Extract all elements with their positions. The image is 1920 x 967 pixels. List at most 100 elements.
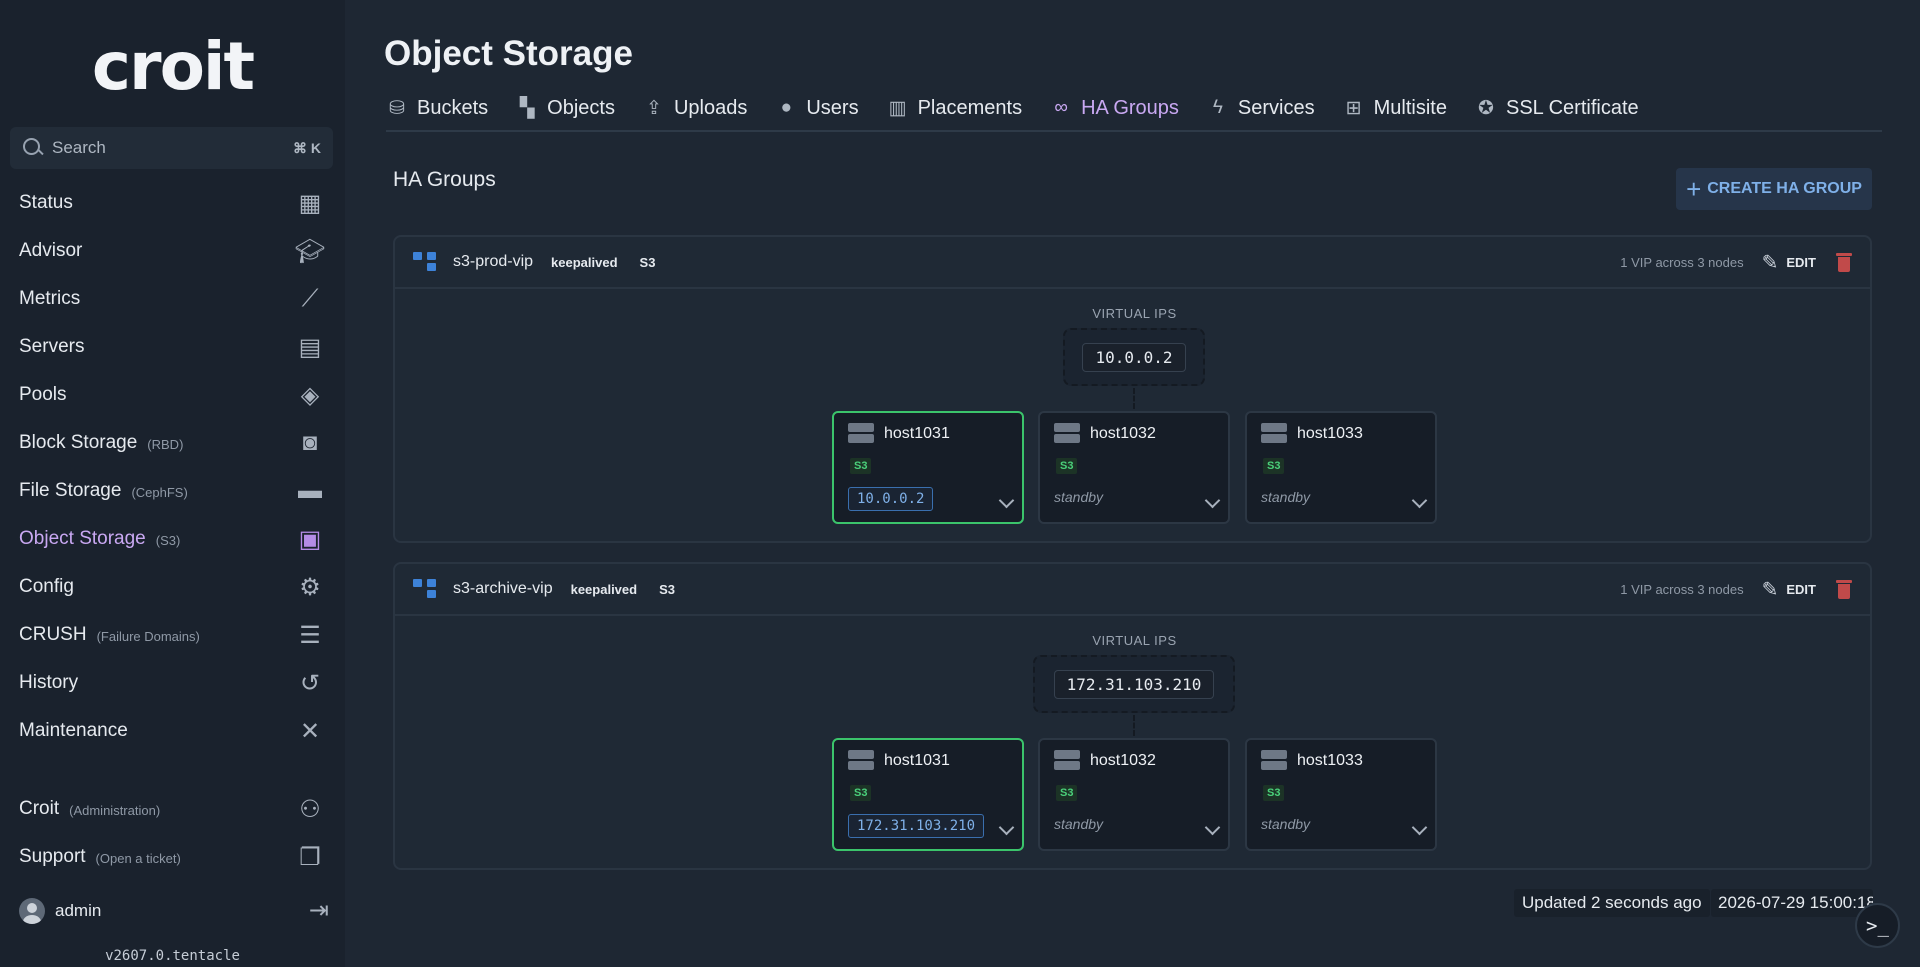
tab-services[interactable]: ϟ Services	[1207, 92, 1315, 124]
sidebar-item-support[interactable]: Support (Open a ticket) ❐	[0, 833, 345, 881]
ha-group-name: s3-prod-vip	[453, 253, 534, 270]
node-hostname: host1032	[1090, 752, 1156, 769]
chevron-down-icon[interactable]	[1411, 819, 1428, 836]
sidebar-item-label: Status	[19, 192, 73, 213]
node-hostname: host1033	[1297, 425, 1363, 442]
tab-bar: ⛁ Buckets ▚ Objects ⇪ Uploads ● Users ▥ …	[386, 92, 1882, 132]
tab-label: Uploads	[673, 96, 748, 119]
sidebar-item-status[interactable]: Status ▦	[0, 179, 345, 227]
tab-multisite[interactable]: ⊞ Multisite	[1343, 92, 1447, 124]
sidebar-item-label: CRUSH	[19, 624, 87, 645]
version-label: v2607.0.tentacle	[105, 948, 240, 964]
node-ip-chip: 10.0.0.2	[848, 487, 934, 511]
chevron-down-icon[interactable]	[1411, 492, 1428, 509]
pencil-icon[interactable]: ✎	[1762, 577, 1779, 602]
node-hostname: host1033	[1297, 752, 1363, 769]
sidebar-item-history[interactable]: History ↺	[0, 659, 345, 707]
server-icon	[848, 423, 874, 443]
create-ha-group-label: CREATE HA GROUP	[1707, 180, 1862, 197]
sidebar-item-file-storage[interactable]: File Storage (CephFS) ▬	[0, 467, 345, 515]
tab-label: HA Groups	[1081, 96, 1179, 119]
service-badge: S3	[850, 785, 872, 801]
sidebar-item-sub: (Administration)	[69, 802, 161, 818]
sidebar-item-pools[interactable]: Pools ◈	[0, 371, 345, 419]
node-card[interactable]: host1031 S3 10.0.0.2	[832, 411, 1024, 524]
sidebar-item-advisor[interactable]: Advisor 🎓︎	[0, 227, 345, 275]
chevron-down-icon[interactable]	[998, 492, 1015, 509]
tab-label: SSL Certificate	[1505, 96, 1639, 119]
vip-address: 172.31.103.210	[1053, 669, 1215, 699]
sidebar: croit Search ⌘ K Status ▦ Advisor 🎓︎ Met…	[0, 0, 345, 967]
tab-placements[interactable]: ▥ Placements	[887, 92, 1022, 124]
node-hostname: host1031	[884, 425, 950, 442]
chevron-down-icon[interactable]	[998, 819, 1015, 836]
sidebar-item-sub: (RBD)	[147, 436, 184, 452]
sidebar-item-sub: (Failure Domains)	[96, 628, 200, 644]
vip-section-label: VIRTUAL IPS	[1092, 633, 1177, 648]
sidebar-item-crush[interactable]: CRUSH (Failure Domains) ☰	[0, 611, 345, 659]
ha-group-header: s3-archive-vip keepalived S3 1 VIP acros…	[395, 564, 1870, 616]
create-ha-group-button[interactable]: + CREATE HA GROUP	[1676, 168, 1872, 210]
objects-icon: ▚	[519, 97, 535, 119]
sidebar-item-label: Croit	[19, 798, 60, 819]
ha-group-card: s3-prod-vip keepalived S3 1 VIP across 3…	[393, 235, 1872, 543]
pencil-icon[interactable]: ✎	[1762, 250, 1779, 275]
sidebar-item-block-storage[interactable]: Block Storage (RBD) ◙	[0, 419, 345, 467]
vip-container: 172.31.103.210	[1033, 655, 1235, 713]
tab-label: Users	[806, 96, 859, 119]
sidebar-item-maintenance[interactable]: Maintenance ✕	[0, 707, 345, 755]
tab-label: Multisite	[1373, 96, 1447, 119]
graduation-cap-icon: 🎓︎	[294, 237, 326, 265]
folder-icon: ▬	[298, 477, 322, 504]
server-icon: ▤	[298, 333, 322, 361]
sidebar-item-config[interactable]: Config ⚙	[0, 563, 345, 611]
ha-group-header: s3-prod-vip keepalived S3 1 VIP across 3…	[395, 237, 1870, 289]
terminal-icon[interactable]: >_	[1855, 903, 1900, 948]
node-card[interactable]: host1032 S3 standby	[1038, 411, 1230, 524]
sidebar-item-label: Maintenance	[19, 720, 128, 741]
users-gear-icon: ⚇	[299, 795, 321, 823]
node-card[interactable]: host1031 S3 172.31.103.210	[832, 738, 1024, 851]
plus-icon: +	[1686, 173, 1702, 204]
chevron-down-icon[interactable]	[1204, 819, 1221, 836]
node-card[interactable]: host1033 S3 standby	[1245, 738, 1437, 851]
tab-objects[interactable]: ▚ Objects	[516, 92, 615, 124]
edit-button[interactable]: EDIT	[1786, 582, 1816, 597]
tab-label: Services	[1237, 96, 1315, 119]
trash-icon[interactable]	[1836, 252, 1852, 272]
node-hostname: host1031	[884, 752, 950, 769]
tab-uploads[interactable]: ⇪ Uploads	[643, 92, 747, 124]
chevron-down-icon[interactable]	[1204, 492, 1221, 509]
node-state: standby	[1054, 489, 1104, 505]
line-chart-icon: ⟋	[301, 285, 319, 312]
tab-ha-groups[interactable]: ∞ HA Groups	[1050, 92, 1179, 124]
user-icon: ●	[780, 97, 793, 118]
trash-icon[interactable]	[1836, 579, 1852, 599]
server-icon	[1261, 750, 1287, 770]
ha-group-card: s3-archive-vip keepalived S3 1 VIP acros…	[393, 562, 1872, 870]
search-input[interactable]: Search ⌘ K	[10, 127, 333, 169]
tab-label: Objects	[547, 96, 615, 119]
sitemap-icon: ⊞	[1345, 97, 1362, 119]
sidebar-item-sub: (CephFS)	[131, 484, 188, 500]
layers-icon: ◈	[300, 381, 320, 409]
node-card[interactable]: host1033 S3 standby	[1245, 411, 1437, 524]
sidebar-item-croit[interactable]: Croit (Administration) ⚇	[0, 785, 345, 833]
node-state: standby	[1261, 816, 1311, 832]
tab-ssl-certificate[interactable]: ✪ SSL Certificate	[1475, 92, 1639, 124]
sidebar-item-label: Advisor	[19, 240, 83, 261]
sidebar-item-servers[interactable]: Servers ▤	[0, 323, 345, 371]
ha-group-name: s3-archive-vip	[453, 580, 553, 597]
edit-button[interactable]: EDIT	[1786, 255, 1816, 270]
user-menu[interactable]: admin ⇥	[19, 896, 329, 925]
node-card[interactable]: host1032 S3 standby	[1038, 738, 1230, 851]
certificate-icon: ✪	[1478, 97, 1494, 119]
sidebar-item-metrics[interactable]: Metrics ⟋	[0, 275, 345, 323]
tab-buckets[interactable]: ⛁ Buckets	[386, 92, 488, 124]
tab-users[interactable]: ● Users	[775, 92, 859, 124]
croit-logo[interactable]: croit	[0, 28, 345, 105]
sidebar-item-label: Config	[19, 576, 74, 597]
sidebar-item-object-storage[interactable]: Object Storage (S3) ▣	[0, 515, 345, 563]
server-icon	[1054, 750, 1080, 770]
logout-icon[interactable]: ⇥	[309, 896, 329, 925]
